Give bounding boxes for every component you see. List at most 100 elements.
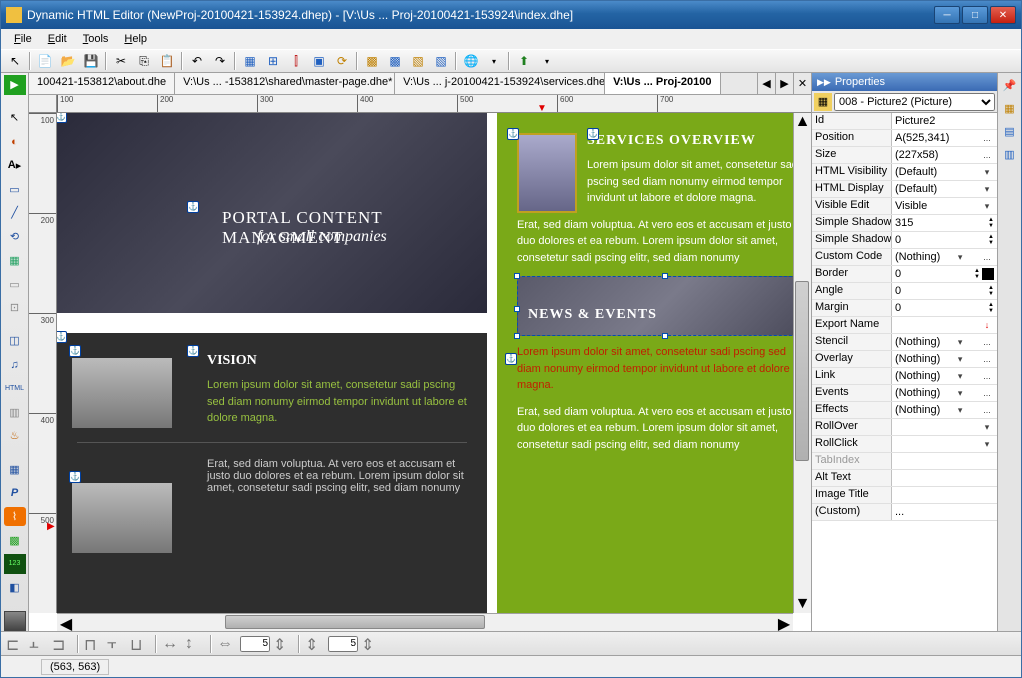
container-tool-icon[interactable]: ⊡ [4, 298, 26, 318]
spinner-icon[interactable]: ▲▼ [988, 285, 994, 297]
property-value[interactable]: ▾ [892, 419, 997, 435]
run-icon[interactable]: ▶ [4, 75, 26, 95]
canvas-tool-icon[interactable]: ◫ [4, 331, 26, 351]
tab-master[interactable]: V:\Us ... -153812\shared\master-page.dhe… [175, 73, 395, 94]
horizontal-scrollbar[interactable]: ◀ ▶ [57, 613, 793, 631]
export-icon[interactable]: ⬆ [513, 51, 535, 71]
same-width-icon[interactable]: ↔ [162, 635, 182, 653]
selection-handle[interactable] [662, 333, 668, 339]
property-row[interactable]: Visible EditVisible▾ [812, 198, 997, 215]
redo-icon[interactable]: ↷ [209, 51, 231, 71]
spacing-h-input[interactable] [240, 636, 270, 652]
form-tool-icon[interactable]: ▭ [4, 274, 26, 294]
design-canvas[interactable]: ⚓ ⚓ PORTAL CONTENT MANAGMENT for small c… [57, 113, 793, 613]
close-button[interactable]: ✕ [990, 6, 1016, 24]
property-value[interactable]: Picture2 [892, 113, 997, 129]
ellipsis-button[interactable]: ... [980, 371, 994, 381]
property-row[interactable]: IdPicture2 [812, 113, 997, 130]
label-tool-icon[interactable]: ▭ [4, 179, 26, 199]
hero-panel[interactable]: ⚓ ⚓ PORTAL CONTENT MANAGMENT for small c… [57, 113, 487, 313]
property-value[interactable]: (Nothing)▾... [892, 385, 997, 401]
property-value[interactable]: (Nothing)▾... [892, 351, 997, 367]
align-left-icon[interactable]: ⊏ [6, 635, 26, 653]
tab-scroll-left-icon[interactable]: ◀ [757, 73, 775, 94]
selection-handle[interactable] [514, 306, 520, 312]
vision-text2[interactable]: Erat, sed diam voluptua. At vero eos et … [207, 458, 467, 494]
services-text2[interactable]: Erat, sed diam voluptua. At vero eos et … [517, 217, 793, 267]
property-value[interactable]: ▾ [892, 436, 997, 452]
spacing-v-input[interactable] [328, 636, 358, 652]
tab-services[interactable]: V:\Us ... j-20100421-153924\services.dhe [395, 73, 605, 94]
guides-icon[interactable]: ⫿ [285, 51, 307, 71]
ellipsis-button[interactable]: ... [980, 133, 994, 143]
property-row[interactable]: Events(Nothing)▾... [812, 385, 997, 402]
snap-icon[interactable]: ⊞ [262, 51, 284, 71]
property-row[interactable]: Border0▲▼ [812, 266, 997, 283]
property-value[interactable]: ↓ [892, 317, 997, 333]
property-row[interactable]: PositionA(525,341)... [812, 130, 997, 147]
paypal-tool-icon[interactable]: P [4, 483, 26, 503]
ellipsis-button[interactable]: ... [980, 337, 994, 347]
tab-about[interactable]: 100421-153812\about.dhe [29, 73, 175, 94]
undo-icon[interactable]: ↶ [186, 51, 208, 71]
new-icon[interactable]: 📄 [34, 51, 56, 71]
same-height-icon[interactable]: ↕ [185, 635, 205, 653]
property-row[interactable]: Stencil(Nothing)▾... [812, 334, 997, 351]
property-row[interactable]: Effects(Nothing)▾... [812, 402, 997, 419]
property-value[interactable]: (Default)▾ [892, 164, 997, 180]
selection-handle[interactable] [514, 273, 520, 279]
news-heading[interactable]: NEWS & EVENTS [528, 307, 793, 323]
dropdown-icon[interactable]: ▾ [953, 252, 967, 263]
property-value[interactable] [892, 453, 997, 469]
align-right-icon[interactable]: ⊐ [52, 635, 72, 653]
menu-tools[interactable]: Tools [75, 31, 117, 47]
property-value[interactable]: ... [892, 504, 997, 520]
dropdown-icon[interactable]: ▾ [953, 388, 967, 399]
forward-icon[interactable]: ▧ [407, 51, 429, 71]
property-row[interactable]: Simple Shadow0▲▼ [812, 232, 997, 249]
menu-tool-icon[interactable]: ◧ [4, 578, 26, 598]
bring-front-icon[interactable]: ▩ [361, 51, 383, 71]
grid-icon[interactable]: ▦ [239, 51, 261, 71]
object-icon[interactable]: ▦ [814, 93, 832, 111]
property-row[interactable]: Alt Text [812, 470, 997, 487]
vision-panel[interactable]: ⚓ ⚓ ⚓ VISION Lorem ipsum dolor sit amet,… [57, 333, 487, 613]
dropdown-icon[interactable]: ▾ [953, 405, 967, 416]
chevron-down-icon[interactable]: ▾ [483, 51, 505, 71]
property-value[interactable]: A(525,341)... [892, 130, 997, 146]
tab-close-icon[interactable]: ✕ [793, 73, 811, 94]
text-tool-icon[interactable]: A▸ [4, 156, 26, 176]
dropdown-icon[interactable]: ▾ [953, 354, 967, 365]
property-row[interactable]: HTML Visibility(Default)▾ [812, 164, 997, 181]
menu-help[interactable]: Help [116, 31, 155, 47]
vision-heading[interactable]: VISION [207, 353, 467, 369]
dropdown-icon[interactable]: ▾ [953, 337, 967, 348]
shape-tool-icon[interactable]: ◐ [4, 132, 26, 152]
panel-icon[interactable]: ▥ [1000, 144, 1020, 164]
copy-icon[interactable]: ⎘ [133, 51, 155, 71]
property-row[interactable]: Size(227x58)... [812, 147, 997, 164]
menu-file[interactable]: File [6, 31, 40, 47]
rss-tool-icon[interactable]: ⌇ [4, 507, 26, 527]
dropdown-icon[interactable]: ▾ [980, 422, 994, 433]
property-row[interactable]: Image Title [812, 487, 997, 504]
distribute-v-icon[interactable]: ⇕ [305, 635, 325, 653]
news-box-selected[interactable]: NEWS & EVENTS [517, 276, 793, 336]
property-row[interactable]: Custom Code(Nothing)▾... [812, 249, 997, 266]
ellipsis-button[interactable]: ... [980, 252, 994, 262]
titlebar[interactable]: Dynamic HTML Editor (NewProj-20100421-15… [1, 1, 1021, 29]
ellipsis-button[interactable]: ... [980, 354, 994, 364]
menu-edit[interactable]: Edit [40, 31, 75, 47]
spinner-icon[interactable]: ▲▼ [974, 268, 980, 280]
property-row[interactable]: Angle0▲▼ [812, 283, 997, 300]
vision-text1[interactable]: Lorem ipsum dolor sit amet, consetetur s… [207, 377, 467, 427]
ellipsis-button[interactable]: ... [980, 405, 994, 415]
property-value[interactable]: 0▲▼ [892, 300, 997, 316]
html-tool-icon[interactable]: HTML [4, 379, 26, 399]
vision-image[interactable] [72, 358, 172, 428]
property-value[interactable]: 0▲▼ [892, 283, 997, 299]
chevron-down-icon[interactable]: ▾ [536, 51, 558, 71]
property-value[interactable]: 315▲▼ [892, 215, 997, 231]
color-swatch[interactable] [982, 268, 994, 280]
maximize-button[interactable]: □ [962, 6, 988, 24]
